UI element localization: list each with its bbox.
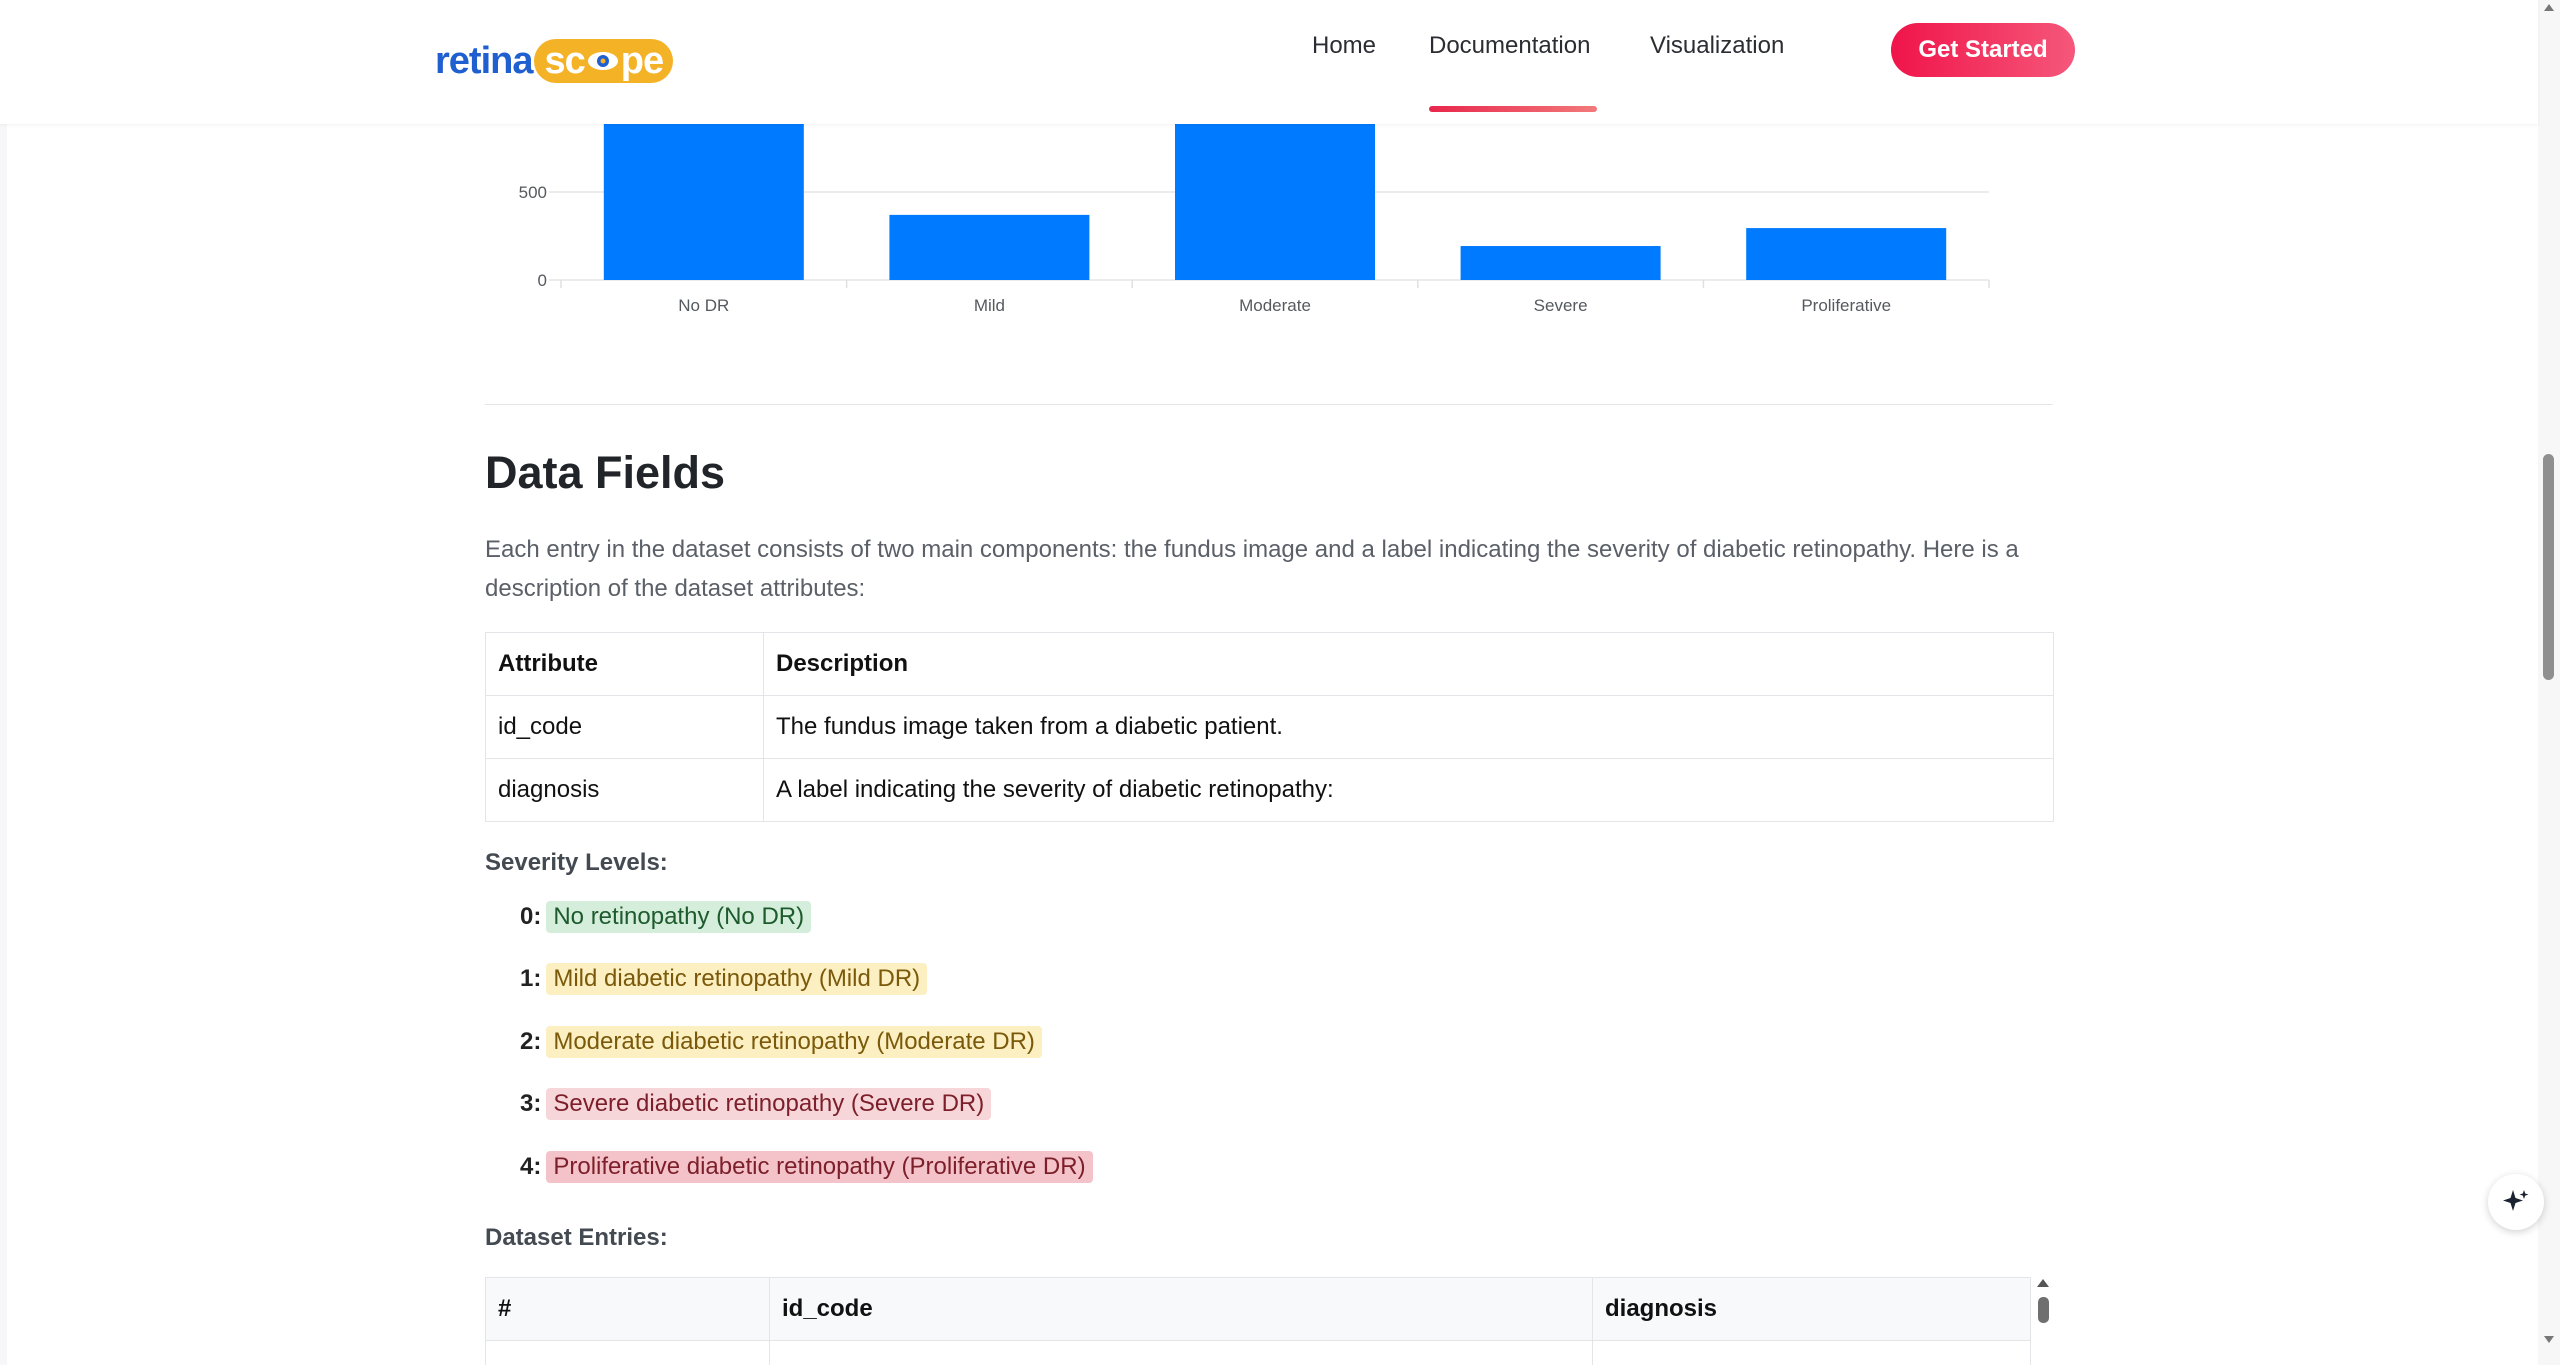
table-cell <box>769 1340 1593 1365</box>
list-item: 2: Moderate diabetic retinopathy (Modera… <box>520 1024 1042 1060</box>
ai-assistant-button[interactable] <box>2488 1174 2544 1230</box>
level-number: 4: <box>520 1153 542 1180</box>
intro-paragraph: Each entry in the dataset consists of tw… <box>485 536 2019 602</box>
get-started-button[interactable]: Get Started <box>1891 23 2075 77</box>
level-badge: Moderate diabetic retinopathy (Moderate … <box>546 1026 1042 1058</box>
x-tick-label: Severe <box>1534 296 1588 315</box>
entries-table: # id_code diagnosis <box>485 1277 2031 1365</box>
scrollbar-thumb[interactable] <box>2543 454 2554 680</box>
attributes-table: Attribute Description id_code The fundus… <box>485 632 2054 822</box>
active-tab-indicator <box>1429 106 1597 112</box>
list-item: 4: Proliferative diabetic retinopathy (P… <box>520 1149 1093 1185</box>
y-tick-label: 0 <box>538 271 547 290</box>
entries-heading: Dataset Entries: <box>485 1224 668 1251</box>
logo-text: sc <box>544 40 585 82</box>
list-item: 0: No retinopathy (No DR) <box>520 899 812 935</box>
site-logo[interactable]: retina sc pe <box>435 36 674 86</box>
table-header-cell: Description <box>763 632 2054 696</box>
table-header-cell: diagnosis <box>1592 1277 2031 1341</box>
table-header-cell: id_code <box>769 1277 1593 1341</box>
severity-heading: Severity Levels: <box>485 849 668 876</box>
nav-link-home[interactable]: Home <box>1312 32 1376 60</box>
level-number: 0: <box>520 903 542 930</box>
entries-scrollbar[interactable] <box>2033 1277 2053 1365</box>
x-tick-label: No DR <box>678 296 729 315</box>
logo-badge: sc pe <box>534 39 674 83</box>
table-row: id_code The fundus image taken from a di… <box>485 695 2054 759</box>
level-number: 3: <box>520 1090 542 1117</box>
level-number: 1: <box>520 965 542 992</box>
level-badge: Mild diabetic retinopathy (Mild DR) <box>546 963 928 995</box>
table-header-row: Attribute Description <box>485 632 2054 696</box>
logo-text: retina <box>435 39 533 82</box>
x-tick-label: Mild <box>974 296 1005 315</box>
page-scrollbar[interactable] <box>2538 0 2560 1365</box>
severity-bar-chart: 0 500 No DR Mild Moderate Severe Proliferative <box>519 124 1990 315</box>
table-header-cell: Attribute <box>485 632 764 696</box>
x-tick-label: Proliferative <box>1801 296 1891 315</box>
chart-bar[interactable] <box>1460 246 1661 280</box>
level-number: 2: <box>520 1028 542 1055</box>
table-row: diagnosis A label indicating the severit… <box>485 758 2054 822</box>
triangle-up-icon[interactable] <box>2544 4 2554 11</box>
level-badge: Severe diabetic retinopathy (Severe DR) <box>546 1088 992 1120</box>
chart-bar[interactable] <box>1175 124 1375 281</box>
sparkle-icon <box>2503 1190 2529 1211</box>
list-item: 1: Mild diabetic retinopathy (Mild DR) <box>520 961 928 997</box>
scrollbar-thumb[interactable] <box>2038 1297 2049 1323</box>
y-tick-label: 500 <box>519 183 547 202</box>
chart-bar[interactable] <box>603 124 804 280</box>
page-title: Data Fields <box>485 447 726 498</box>
table-cell: id_code <box>485 695 764 759</box>
table-cell <box>485 1340 770 1365</box>
table-cell: diagnosis <box>485 758 764 822</box>
nav-link-visualization[interactable]: Visualization <box>1650 32 1784 60</box>
triangle-down-icon[interactable] <box>2544 1336 2554 1343</box>
level-badge: No retinopathy (No DR) <box>546 901 812 933</box>
table-row <box>485 1340 2031 1365</box>
triangle-up-icon[interactable] <box>2037 1279 2049 1287</box>
x-tick-label: Moderate <box>1239 296 1311 315</box>
entries-table-container[interactable]: # id_code diagnosis <box>485 1277 2054 1365</box>
table-cell: The fundus image taken from a diabetic p… <box>763 695 2054 759</box>
table-header-row: # id_code diagnosis <box>485 1277 2031 1341</box>
chart-bar[interactable] <box>1746 228 1947 280</box>
chart-bar[interactable] <box>889 214 1090 280</box>
nav-link-documentation[interactable]: Documentation <box>1429 32 1590 60</box>
eye-icon <box>587 52 618 70</box>
table-cell: A label indicating the severity of diabe… <box>763 758 2054 822</box>
table-header-cell: # <box>485 1277 770 1341</box>
list-item: 3: Severe diabetic retinopathy (Severe D… <box>520 1086 992 1122</box>
logo-text: pe <box>620 40 664 82</box>
top-navbar: retina sc pe Home Documentation Visualiz… <box>0 0 2538 124</box>
table-cell <box>1592 1340 2031 1365</box>
section-divider <box>485 404 2053 405</box>
level-badge: Proliferative diabetic retinopathy (Prol… <box>546 1151 1093 1183</box>
